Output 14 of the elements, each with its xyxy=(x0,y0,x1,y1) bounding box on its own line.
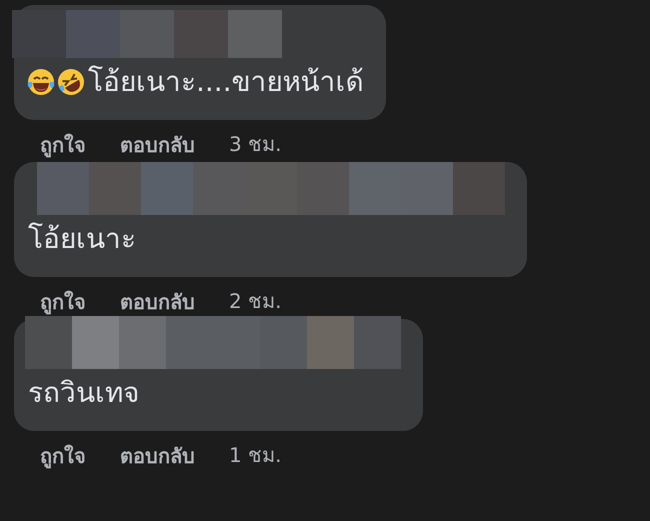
comment-text: รถวินเทจ xyxy=(27,375,139,411)
comment-text: โอ้ยเนาะ....ขายหน้าเด้ xyxy=(87,64,364,100)
comment-time: 2 ชม. xyxy=(229,288,282,315)
comment-action-link[interactable]: ตอบกลับ xyxy=(120,285,195,319)
comment-time: 1 ชม. xyxy=(229,442,282,469)
comment-action-link[interactable]: ถูกใจ xyxy=(40,285,86,319)
comment-text: โอ้ยเนาะ xyxy=(27,221,136,257)
rolling-laugh-emoji-icon xyxy=(56,67,86,97)
comment-action-link[interactable]: ตอบกลับ xyxy=(120,439,195,473)
comment-action-link[interactable]: ตอบกลับ xyxy=(120,128,195,162)
tears-of-joy-emoji-icon xyxy=(26,67,56,97)
comment-time: 3 ชม. xyxy=(229,131,282,158)
comment-action-link[interactable]: ถูกใจ xyxy=(40,128,86,162)
comment-action-link[interactable]: ถูกใจ xyxy=(40,439,86,473)
